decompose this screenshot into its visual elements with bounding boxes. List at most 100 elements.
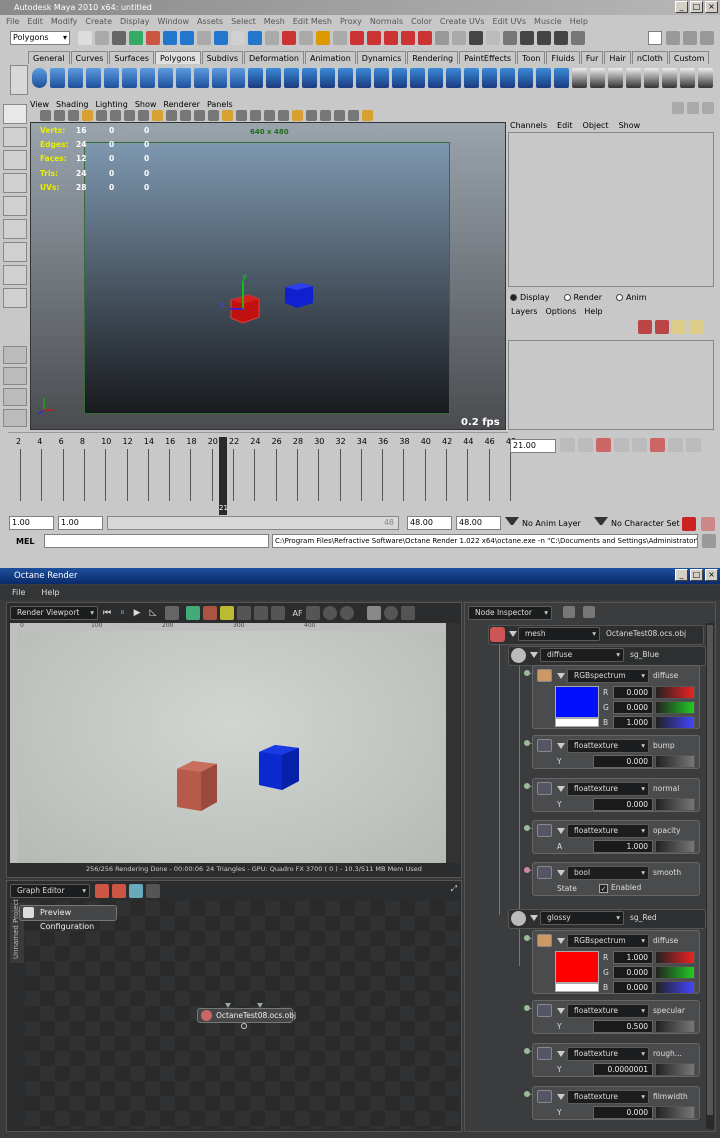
vertical-scrollbar[interactable]	[446, 623, 460, 863]
rgb-node-icon[interactable]	[537, 934, 552, 947]
node-inspector-selector[interactable]: Node Inspector	[468, 606, 552, 620]
shelf-bevel-icon[interactable]	[428, 68, 443, 88]
script-editor-icon[interactable]	[702, 534, 716, 548]
minimize-button[interactable]: _	[675, 1, 688, 13]
filmwidth-slider[interactable]	[655, 1106, 695, 1119]
render-target-icon[interactable]	[383, 606, 398, 620]
new-layer-selected-icon[interactable]	[655, 320, 669, 334]
status-line-icon[interactable]	[435, 31, 449, 45]
shelf-booleans-icon[interactable]	[302, 68, 317, 88]
status-line-icon[interactable]	[112, 31, 126, 45]
viewport-toolbar-icon[interactable]	[194, 110, 205, 121]
viewport-toolbar-icon[interactable]	[96, 110, 107, 121]
status-line-icon[interactable]	[418, 31, 432, 45]
normal-value-field[interactable]: 0.000	[593, 798, 653, 811]
filmwidth-type-selector[interactable]: floattexture	[567, 1090, 649, 1104]
outliner-layout-icon[interactable]	[3, 409, 27, 427]
paint-select-tool-icon[interactable]	[3, 150, 27, 170]
single-pane-layout-icon[interactable]	[3, 346, 27, 364]
select-tool-icon[interactable]	[3, 104, 27, 124]
menu-assets[interactable]: Assets	[197, 15, 223, 28]
screenshot-icon[interactable]	[400, 606, 415, 620]
bump-value-field[interactable]: 0.000	[593, 755, 653, 768]
play-icon[interactable]: ▶	[134, 608, 141, 618]
menu-color[interactable]: Color	[411, 15, 432, 28]
start-time-field[interactable]: 1.00	[9, 516, 54, 530]
shelf-tab-custom[interactable]: Custom	[668, 51, 710, 64]
viewport-toolbar-icon[interactable]	[236, 110, 247, 121]
material-icon[interactable]	[511, 648, 526, 663]
go-to-start-icon[interactable]	[560, 438, 575, 452]
shelf-extrude-icon[interactable]	[446, 68, 461, 88]
input-pin[interactable]	[524, 1048, 530, 1054]
octane-menu-file[interactable]: File	[12, 585, 25, 600]
region-icon[interactable]	[366, 606, 381, 620]
shelf-uv-planar-icon[interactable]	[590, 68, 605, 88]
input-pin[interactable]	[524, 867, 530, 873]
color-picker-icon[interactable]	[203, 606, 218, 620]
menu-proxy[interactable]: Proxy	[340, 15, 362, 28]
pause-icon[interactable]: ⏸	[120, 608, 125, 618]
shelf-fill-hole-icon[interactable]	[536, 68, 551, 88]
filmwidth-value-field[interactable]: 0.000	[593, 1106, 653, 1119]
shelf-uv-cylindrical-icon[interactable]	[608, 68, 623, 88]
end-time-field[interactable]: 48.00	[456, 516, 501, 530]
bump-type-selector[interactable]: floattexture	[567, 739, 649, 753]
texture-node-icon[interactable]	[537, 1004, 552, 1017]
channel-box-menu-object[interactable]: Object	[583, 121, 609, 130]
command-language-label[interactable]: MEL	[16, 537, 35, 546]
texture-node-icon[interactable]	[537, 739, 552, 752]
channel-b-field[interactable]: 1.000	[613, 716, 653, 729]
color-swatch[interactable]	[555, 951, 599, 983]
quick-select-field[interactable]	[648, 31, 662, 45]
menu-create[interactable]: Create	[85, 15, 112, 28]
shelf-tab-ncloth[interactable]: nCloth	[631, 51, 668, 64]
shelf-cone-icon[interactable]	[86, 68, 101, 88]
input-pin[interactable]	[524, 935, 530, 941]
viewport-toolbar-icon[interactable]	[306, 110, 317, 121]
mode-selector[interactable]: Polygons ▾	[10, 31, 70, 45]
material-expand-icon[interactable]	[530, 915, 538, 921]
blue_diffuse-type-selector[interactable]: RGBspectrum	[567, 669, 649, 683]
auto-key-icon[interactable]	[682, 517, 696, 531]
viewport-toolbar-icon[interactable]	[82, 110, 93, 121]
shelf-tab-surfaces[interactable]: Surfaces	[109, 51, 154, 64]
time-slider[interactable]: 2 4 6 8 10 12 14 16 18 20 22 24 26 28 30 32 34 36 38 40 42 44…	[8, 432, 516, 515]
material-picker-icon[interactable]	[165, 606, 180, 620]
layer-move-down-icon[interactable]	[689, 320, 703, 334]
input-pin[interactable]	[257, 1003, 263, 1008]
viewport-toolbar-icon[interactable]	[54, 110, 65, 121]
shelf-triangulate-icon[interactable]	[554, 68, 569, 88]
color-swatch[interactable]	[555, 686, 599, 718]
input-pin[interactable]	[524, 1005, 530, 1011]
channel-b-field[interactable]: 0.000	[613, 981, 653, 994]
layer-radio-anim[interactable]: Anim	[615, 293, 647, 302]
shelf-insert-loop-icon[interactable]	[410, 68, 425, 88]
input-pin[interactable]	[524, 670, 530, 676]
shelf-checker-icon[interactable]	[698, 68, 713, 88]
specular-value-field[interactable]: 0.500	[593, 1020, 653, 1033]
menu-window[interactable]: Window	[158, 15, 190, 28]
status-line-icon[interactable]	[197, 31, 211, 45]
menu-file[interactable]: File	[6, 15, 19, 28]
output-pin[interactable]	[241, 1023, 247, 1029]
viewport-toolbar-icon[interactable]	[124, 110, 135, 121]
channel-box-menu-show[interactable]: Show	[619, 121, 641, 130]
sphere-icon[interactable]	[322, 606, 337, 620]
status-line-icon[interactable]	[265, 31, 279, 45]
shelf-tab-deformation[interactable]: Deformation	[244, 51, 304, 64]
close-button[interactable]: ×	[705, 1, 718, 13]
close-button[interactable]: ×	[705, 569, 718, 581]
toggle-icon[interactable]	[683, 31, 697, 45]
viewport-toolbar-icon[interactable]	[348, 110, 359, 121]
status-line-icon[interactable]	[452, 31, 466, 45]
pan-icon[interactable]	[254, 606, 269, 620]
layer-radio-display[interactable]: Display	[510, 293, 550, 302]
status-line-icon[interactable]	[384, 31, 398, 45]
toggle-icon[interactable]	[666, 31, 680, 45]
playback-end-field[interactable]: 48.00	[407, 516, 452, 530]
go-to-end-icon[interactable]	[686, 438, 701, 452]
shelf-tab-animation[interactable]: Animation	[304, 51, 356, 64]
camera-icon[interactable]	[305, 606, 320, 620]
anim-prefs-icon[interactable]	[701, 517, 715, 531]
